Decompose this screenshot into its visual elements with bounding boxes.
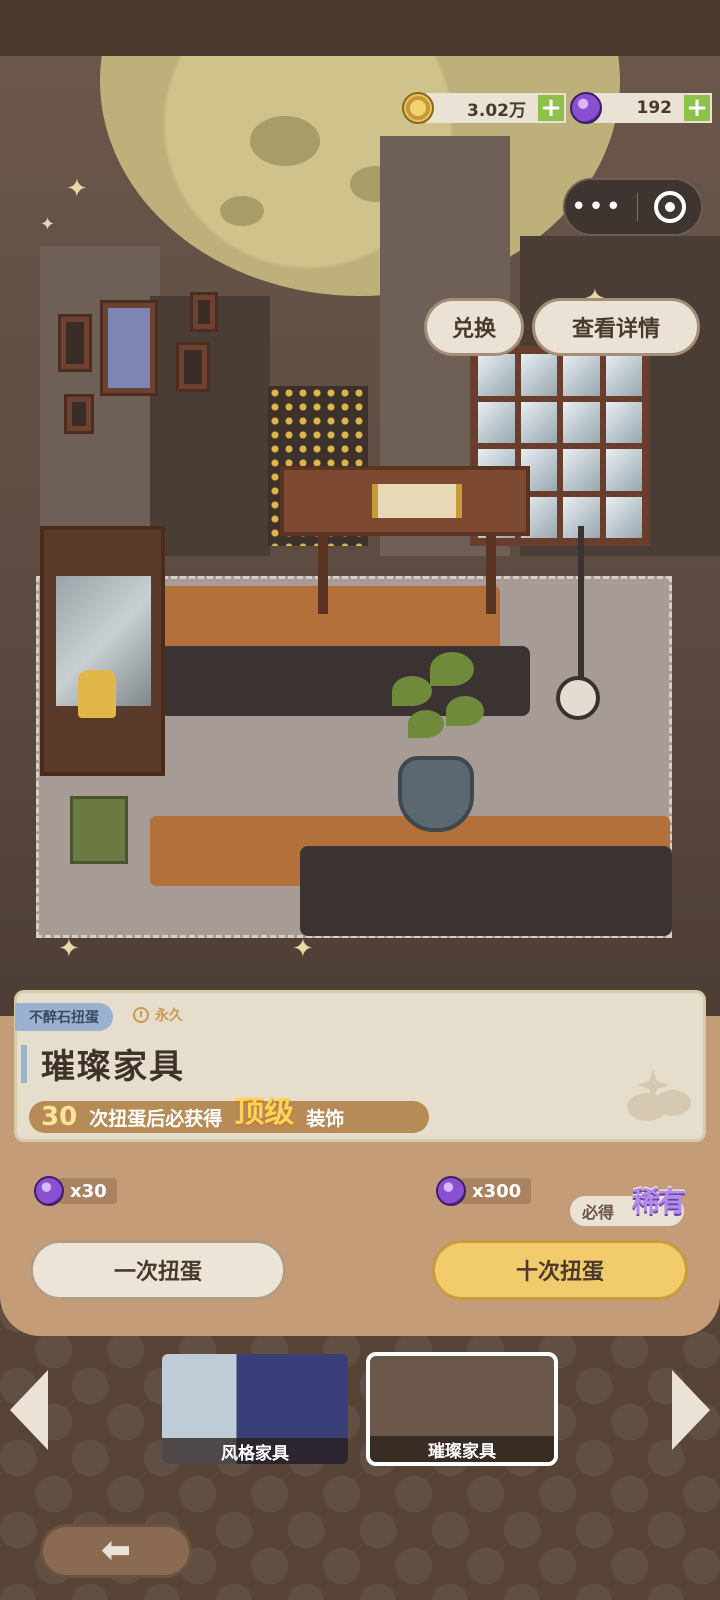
- clock-icon: [133, 1007, 149, 1023]
- purple-gem-icon: [34, 1176, 64, 1206]
- purple-gem-icon: [436, 1176, 466, 1206]
- yellow-lamp: [78, 670, 116, 718]
- view-details-button[interactable]: 查看详情: [532, 298, 700, 356]
- single-draw-cost: x30: [34, 1176, 117, 1206]
- duration-label: 永久: [133, 1005, 183, 1025]
- top-tier-label: 顶级: [234, 1095, 295, 1130]
- floor-lamp: [578, 526, 584, 696]
- rare-label: 稀有: [632, 1185, 686, 1218]
- add-coins-button[interactable]: +: [536, 93, 566, 123]
- coin-counter: 3.02万 +: [402, 92, 566, 124]
- sparkle-icon: ✦: [58, 934, 80, 964]
- guarantee-banner: 30 次扭蛋后必获得 顶级 装饰: [29, 1095, 429, 1133]
- pool-title: 璀璨家具: [41, 1047, 185, 1087]
- add-gems-button[interactable]: +: [682, 93, 712, 123]
- pool-thumb-label: 璀璨家具: [370, 1436, 554, 1462]
- more-options-icon[interactable]: •••: [565, 194, 629, 220]
- sparkle-icon: ✦: [40, 214, 56, 235]
- sparkle-icon: ✦: [292, 934, 314, 964]
- floor-lamp-shade: [556, 676, 600, 720]
- pool-info-panel: 不醉石扭蛋 永久 璀璨家具 30 次扭蛋后必获得 顶级 装饰: [14, 990, 706, 1142]
- next-pool-arrow-icon[interactable]: [672, 1370, 710, 1450]
- coin-icon: [402, 92, 434, 124]
- back-button[interactable]: ⬅: [40, 1524, 192, 1578]
- gacha-card: ✦ ✦ ✦ ✦ ✦: [0, 56, 720, 1336]
- previous-pool-arrow-icon[interactable]: [10, 1370, 48, 1450]
- gem-counter: 192 +: [570, 92, 712, 124]
- purple-gem-icon: [570, 92, 602, 124]
- ten-draw-button[interactable]: 十次扭蛋: [432, 1240, 688, 1300]
- pool-thumb-bright-furniture[interactable]: 璀璨家具: [366, 1352, 558, 1466]
- guarantee-count: 30: [41, 1102, 78, 1132]
- pool-thumb-label: 风格家具: [162, 1438, 348, 1464]
- mini-program-capsule: •••: [563, 178, 703, 236]
- ten-draw-cost: x300: [436, 1176, 532, 1206]
- coffee-bean-icon: [627, 1069, 691, 1121]
- pool-thumb-style-furniture[interactable]: 风格家具: [162, 1354, 348, 1464]
- arrow-left-icon: ⬅: [100, 1530, 132, 1571]
- plant-pot: [398, 756, 474, 832]
- status-bar-area: [0, 0, 720, 56]
- pool-type-tag: 不醉石扭蛋: [15, 1003, 113, 1031]
- single-draw-button[interactable]: 一次扭蛋: [30, 1240, 286, 1300]
- sparkle-icon: ✦: [66, 174, 88, 204]
- exchange-button[interactable]: 兑换: [424, 298, 524, 356]
- green-stool: [70, 796, 128, 864]
- scroll: [372, 484, 462, 518]
- coin-amount: 3.02万: [426, 93, 536, 123]
- close-target-icon[interactable]: [654, 191, 686, 223]
- gem-amount: 192: [594, 93, 682, 123]
